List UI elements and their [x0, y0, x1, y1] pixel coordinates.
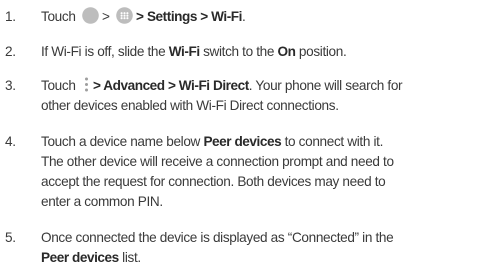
step-text-pre: If Wi-Fi is off, slide the: [41, 44, 169, 59]
step-text-post: to connect with it.: [281, 134, 384, 149]
step-text-line2: The other device will receive a connecti…: [41, 154, 394, 169]
step-number: 5.: [5, 230, 16, 245]
wifi-term: Wi-Fi: [168, 44, 200, 59]
step-text-line1: Once connected the device is displayed a…: [41, 230, 394, 245]
separator: >: [136, 9, 144, 24]
peer-devices-term: Peer devices: [203, 134, 282, 149]
settings-path: Settings > Wi-Fi: [146, 9, 242, 24]
step-text: If Wi-Fi is off, slide the Wi-Fi switch …: [41, 42, 473, 62]
step-text-pre: Touch a device name below: [41, 134, 204, 149]
step-text: Once connected the device is displayed a…: [41, 228, 473, 268]
peer-devices-term: Peer devices: [41, 250, 119, 265]
more-options-icon: [84, 76, 89, 93]
wifi-direct-path: > Advanced > Wi-Fi Direct: [92, 78, 249, 93]
step-text-post: list.: [118, 250, 141, 265]
separator: >: [101, 9, 110, 24]
step-text-mid: switch to the: [199, 44, 278, 59]
step-text-line2: other devices enabled with Wi-Fi Direct …: [41, 98, 339, 113]
on-term: On: [277, 44, 296, 59]
step-period: .: [241, 9, 246, 24]
step-text-touch: Touch: [41, 78, 76, 93]
step-text-line4: enter a common PIN.: [41, 194, 163, 209]
home-circle-icon: [82, 7, 99, 24]
step-text: Touch > Advanced > Wi-Fi Direct. Your ph…: [41, 76, 473, 116]
step-text-post: position.: [295, 44, 347, 59]
step-text-line3: accept the request for connection. Both …: [41, 174, 386, 189]
step-number: 1.: [5, 9, 16, 24]
step-text-touch: Touch: [41, 9, 76, 24]
step-number: 4.: [5, 134, 16, 149]
step-text: Touch > > Settings > Wi-Fi.: [41, 7, 473, 27]
step-number: 2.: [5, 44, 16, 59]
step-text-rest: . Your phone will search for: [248, 78, 403, 93]
apps-launcher-icon: [116, 7, 133, 24]
step-text: Touch a device name below Peer devices t…: [41, 132, 473, 212]
instructions-document: 1. Touch > > Settings > Wi-Fi. 2. If Wi-…: [0, 0, 485, 277]
step-number: 3.: [5, 78, 16, 93]
